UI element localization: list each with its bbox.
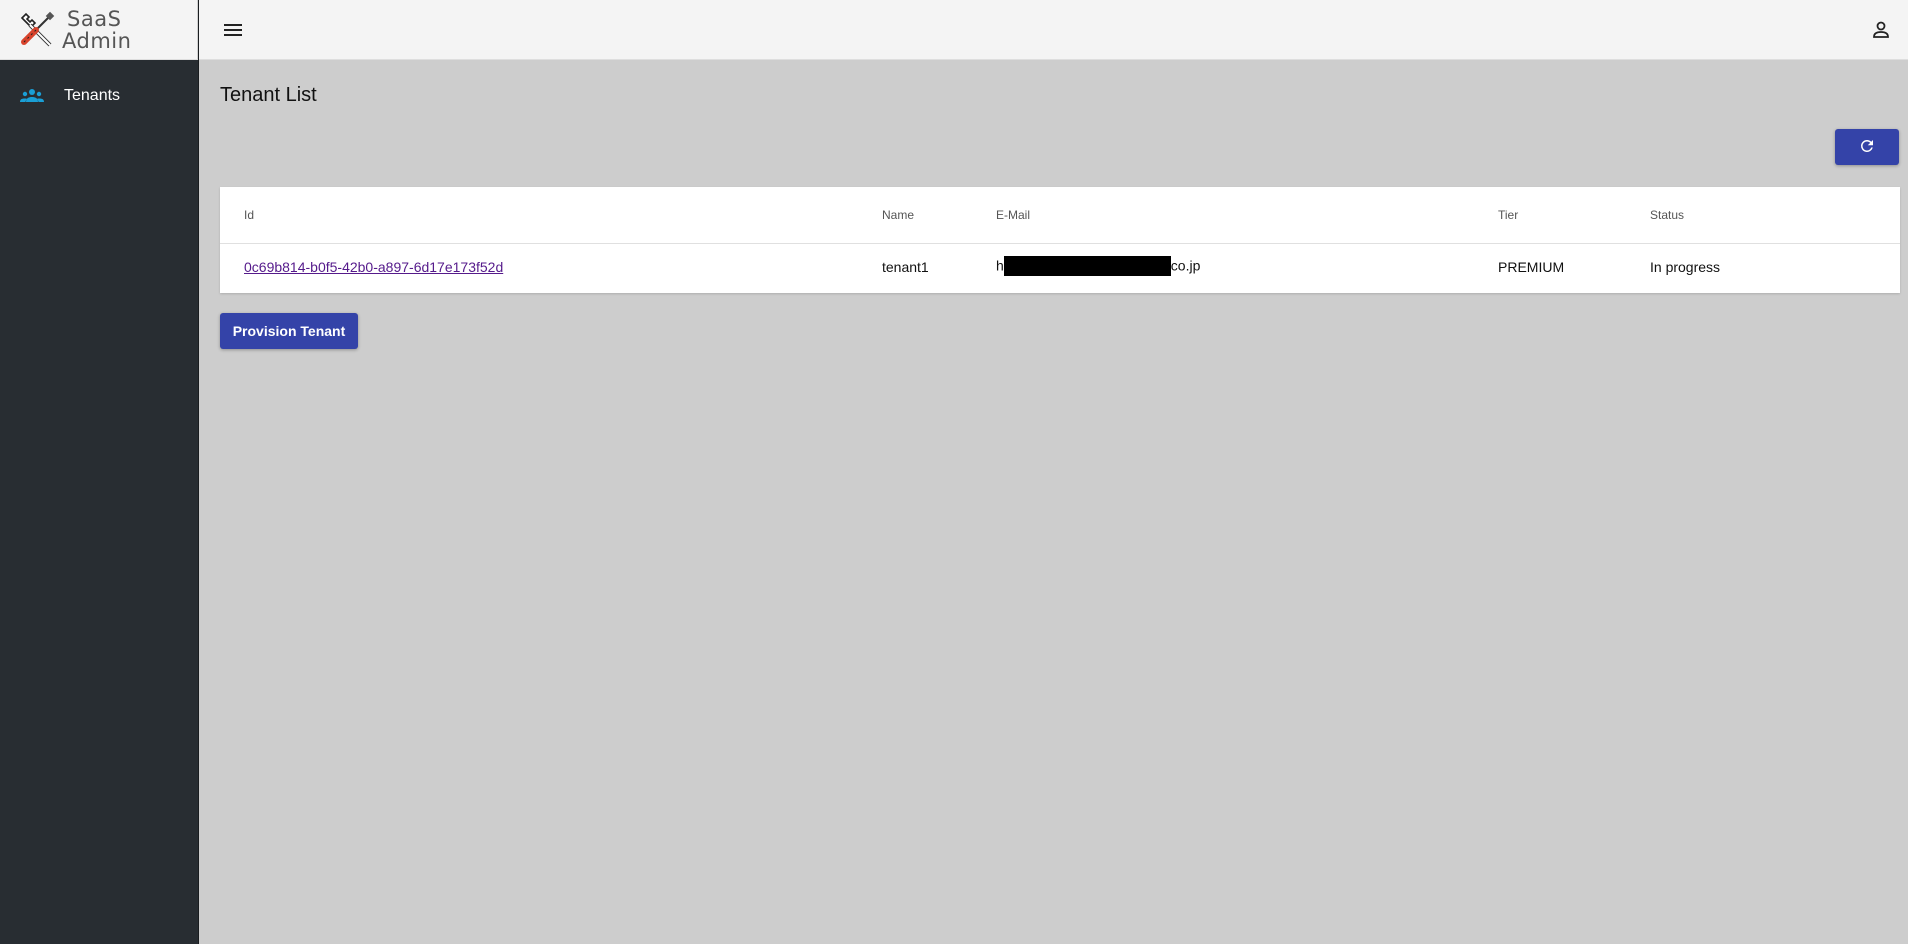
column-header-name[interactable]: Name xyxy=(882,187,996,244)
column-header-id[interactable]: Id xyxy=(220,187,882,244)
sidebar-item-tenants[interactable]: Tenants xyxy=(0,78,198,114)
column-header-tier[interactable]: Tier xyxy=(1498,187,1650,244)
tenant-table: Id Name E-Mail Tier Status 0c69b814-b0f5… xyxy=(220,187,1900,293)
table-row: 0c69b814-b0f5-42b0-a897-6d17e173f52d ten… xyxy=(220,243,1900,291)
column-header-status[interactable]: Status xyxy=(1650,187,1900,244)
main-content: Tenant List Id Name E-Mail Tier Status 0… xyxy=(199,61,1908,944)
sidebar: SaaS Admin Tenants xyxy=(0,0,199,944)
wrench-screwdriver-icon xyxy=(14,8,58,52)
provision-tenant-button[interactable]: Provision Tenant xyxy=(220,313,358,349)
tenant-id-link[interactable]: 0c69b814-b0f5-42b0-a897-6d17e173f52d xyxy=(244,259,503,275)
hamburger-menu-icon[interactable] xyxy=(221,18,245,42)
column-header-email[interactable]: E-Mail xyxy=(996,187,1498,244)
cell-name: tenant1 xyxy=(882,259,929,276)
cell-email: h co.jp xyxy=(996,243,1498,291)
refresh-button[interactable] xyxy=(1835,129,1899,165)
brand-line1: SaaS xyxy=(67,6,122,31)
page-title: Tenant List xyxy=(220,84,317,106)
email-redaction xyxy=(1003,256,1171,277)
table-header-row: Id Name E-Mail Tier Status xyxy=(220,187,1900,244)
brand-name: SaaS Admin xyxy=(62,8,131,52)
user-account-icon[interactable] xyxy=(1868,17,1894,43)
top-bar xyxy=(199,0,1908,60)
brand[interactable]: SaaS Admin xyxy=(0,0,198,60)
refresh-icon xyxy=(1858,137,1876,158)
cell-status: In progress xyxy=(1650,259,1721,276)
sidebar-item-label: Tenants xyxy=(64,87,121,104)
email-prefix: h xyxy=(996,257,1004,274)
brand-line2: Admin xyxy=(62,28,132,53)
cell-tier: PREMIUM xyxy=(1498,259,1565,276)
cell-id: 0c69b814-b0f5-42b0-a897-6d17e173f52d xyxy=(220,243,882,291)
people-icon xyxy=(20,86,44,106)
email-suffix: co.jp xyxy=(1170,257,1201,274)
